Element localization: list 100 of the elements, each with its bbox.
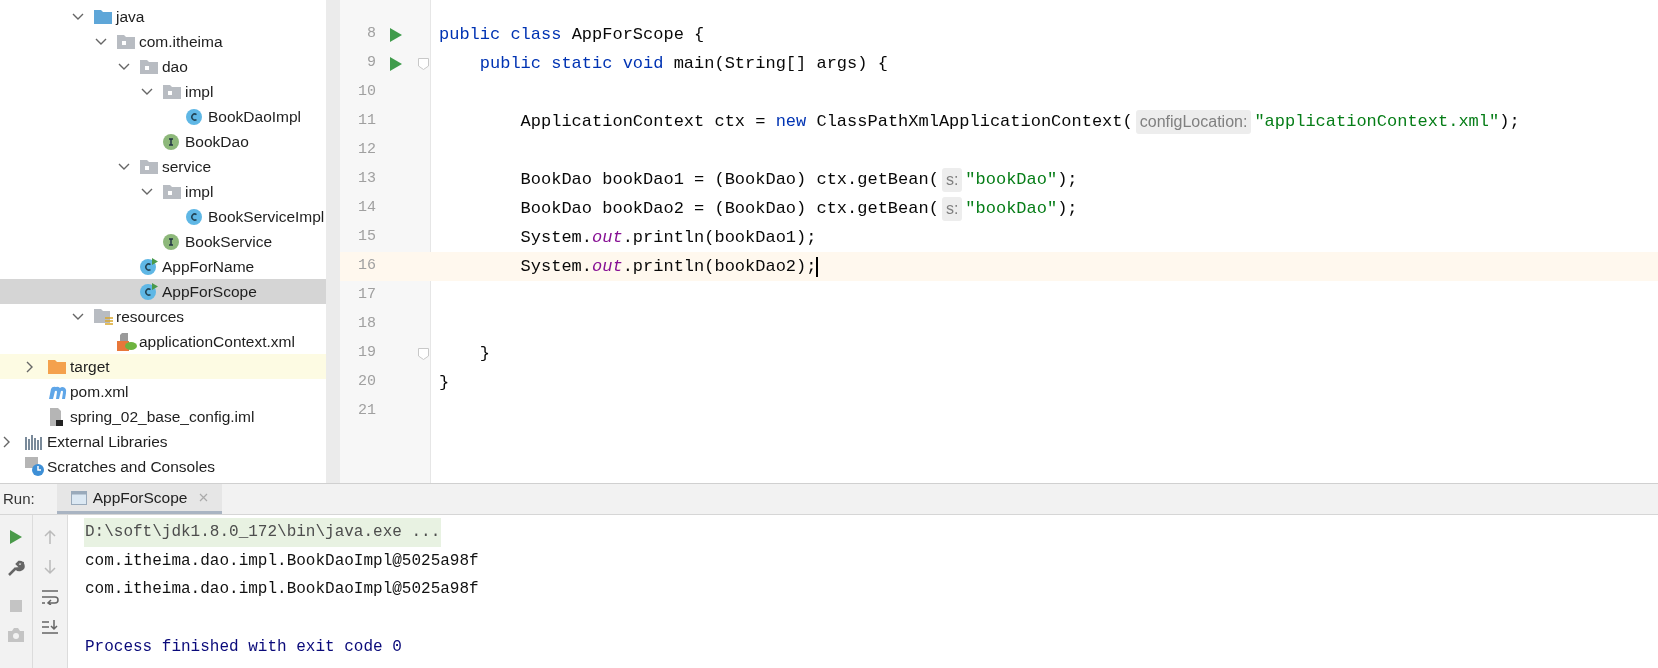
line-number: 13 bbox=[357, 169, 376, 190]
code-text: new bbox=[775, 110, 808, 133]
code-text: } bbox=[439, 371, 450, 394]
scratches-icon bbox=[25, 457, 45, 476]
code-text: ClassPathXmlApplicationContext( bbox=[816, 110, 1133, 133]
line-number: 8 bbox=[366, 24, 376, 45]
module-file-icon bbox=[48, 407, 64, 426]
run-icon[interactable] bbox=[390, 27, 402, 42]
soft-wrap-icon[interactable] bbox=[41, 589, 59, 605]
tree-item[interactable]: AppForScope bbox=[0, 279, 326, 304]
xml-file-icon bbox=[117, 332, 137, 351]
line-number: 9 bbox=[366, 53, 376, 74]
code-text: BookDao bookDao2 = (BookDao) ctx.getBean( bbox=[519, 197, 939, 220]
parameter-hint: s: bbox=[941, 167, 963, 192]
interface-icon bbox=[163, 133, 179, 150]
tree-item[interactable]: impl bbox=[0, 179, 326, 204]
tree-item[interactable]: target bbox=[0, 354, 326, 379]
resource-folder-icon bbox=[94, 308, 114, 325]
code-text: main(String[] args) { bbox=[673, 52, 888, 75]
run-icon[interactable] bbox=[390, 56, 402, 71]
chevron-down-icon[interactable] bbox=[141, 187, 153, 196]
line-number: 16 bbox=[357, 256, 376, 277]
code-text: .println(bookDao2); bbox=[622, 255, 817, 278]
tree-item[interactable]: resources bbox=[0, 304, 326, 329]
code-text: out bbox=[592, 226, 623, 249]
package-icon bbox=[140, 159, 158, 174]
code-text: public static void bbox=[478, 52, 665, 75]
code-text: "bookDao" bbox=[965, 168, 1058, 191]
line-number: 21 bbox=[357, 401, 376, 422]
console-line: Process finished with exit code 0 bbox=[84, 636, 403, 658]
tree-item[interactable]: com.itheima bbox=[0, 29, 326, 54]
tree-item[interactable]: java bbox=[0, 4, 326, 29]
tree-item[interactable]: impl bbox=[0, 79, 326, 104]
code-text: "applicationContext.xml" bbox=[1254, 110, 1500, 133]
code-text: AppForScope { bbox=[571, 23, 705, 46]
tree-item[interactable]: BookServiceImpl bbox=[0, 204, 326, 229]
interface-icon bbox=[163, 233, 179, 250]
console-icon bbox=[70, 490, 87, 505]
chevron-right-icon[interactable] bbox=[3, 435, 11, 448]
chevron-down-icon[interactable] bbox=[118, 62, 130, 71]
chevron-down-icon[interactable] bbox=[141, 87, 153, 96]
code-text: .println(bookDao1); bbox=[622, 226, 817, 249]
code-text: BookDao bookDao1 = (BookDao) ctx.getBean( bbox=[519, 168, 939, 191]
tree-item[interactable]: BookDao bbox=[0, 129, 326, 154]
code-text: out bbox=[592, 255, 623, 278]
package-icon bbox=[140, 59, 158, 74]
chevron-down-icon[interactable] bbox=[72, 312, 84, 321]
class-icon bbox=[186, 108, 202, 125]
wrench-icon[interactable] bbox=[7, 559, 25, 577]
line-number: 17 bbox=[357, 285, 376, 306]
code-text: ); bbox=[1057, 197, 1078, 220]
tree-item[interactable]: spring_02_base_config.iml bbox=[0, 404, 326, 429]
scrollbar[interactable] bbox=[326, 0, 340, 483]
chevron-down-icon[interactable] bbox=[72, 12, 84, 21]
package-icon bbox=[117, 34, 135, 49]
line-number: 19 bbox=[357, 343, 376, 364]
code-text: ); bbox=[1057, 168, 1078, 191]
line-number: 18 bbox=[357, 314, 376, 335]
tree-item[interactable]: Scratches and Consoles bbox=[0, 454, 326, 479]
scroll-to-end-icon[interactable] bbox=[41, 619, 59, 635]
run-tab[interactable]: AppForScope bbox=[56, 484, 223, 514]
tree-item[interactable]: applicationContext.xml bbox=[0, 329, 326, 354]
tree-item[interactable]: service bbox=[0, 154, 326, 179]
code-text: System. bbox=[519, 226, 593, 249]
package-icon bbox=[163, 184, 181, 199]
line-number: 14 bbox=[357, 198, 376, 219]
code-text: ApplicationContext ctx = bbox=[519, 110, 767, 133]
chevron-right-icon[interactable] bbox=[26, 360, 34, 373]
line-number: 11 bbox=[357, 111, 376, 132]
tree-item[interactable]: AppForName bbox=[0, 254, 326, 279]
run-icon[interactable] bbox=[9, 529, 23, 545]
code-text: System. bbox=[519, 255, 593, 278]
code-text: "bookDao" bbox=[965, 197, 1058, 220]
code-text: } bbox=[478, 342, 490, 365]
line-number: 12 bbox=[357, 140, 376, 161]
tree-item[interactable]: BookService bbox=[0, 229, 326, 254]
chevron-down-icon[interactable] bbox=[95, 37, 107, 46]
line-number: 20 bbox=[357, 372, 376, 393]
tree-item[interactable]: dao bbox=[0, 54, 326, 79]
tree-item[interactable]: BookDaoImpl bbox=[0, 104, 326, 129]
libraries-icon bbox=[25, 433, 43, 450]
runnable-class-icon bbox=[140, 258, 158, 275]
folder-icon bbox=[94, 9, 112, 24]
line-number: 15 bbox=[357, 227, 376, 248]
class-icon bbox=[186, 208, 202, 225]
parameter-hint: configLocation: bbox=[1135, 109, 1252, 134]
chevron-down-icon[interactable] bbox=[118, 162, 130, 171]
console-line: com.itheima.dao.impl.BookDaoImpl@5025a98f bbox=[84, 579, 480, 600]
runnable-class-icon bbox=[140, 283, 158, 300]
package-icon bbox=[163, 84, 181, 99]
line-number: 10 bbox=[357, 82, 376, 103]
folder-icon bbox=[48, 359, 66, 374]
panel-label: Run: bbox=[2, 488, 36, 509]
tree-item[interactable]: External Libraries bbox=[0, 429, 326, 454]
parameter-hint: s: bbox=[941, 196, 963, 221]
maven-icon bbox=[48, 384, 68, 399]
code-text: ); bbox=[1499, 110, 1520, 133]
console-line: com.itheima.dao.impl.BookDaoImpl@5025a98f bbox=[84, 550, 480, 572]
code-text: public class bbox=[439, 23, 563, 46]
tree-item[interactable]: pom.xml bbox=[0, 379, 326, 404]
